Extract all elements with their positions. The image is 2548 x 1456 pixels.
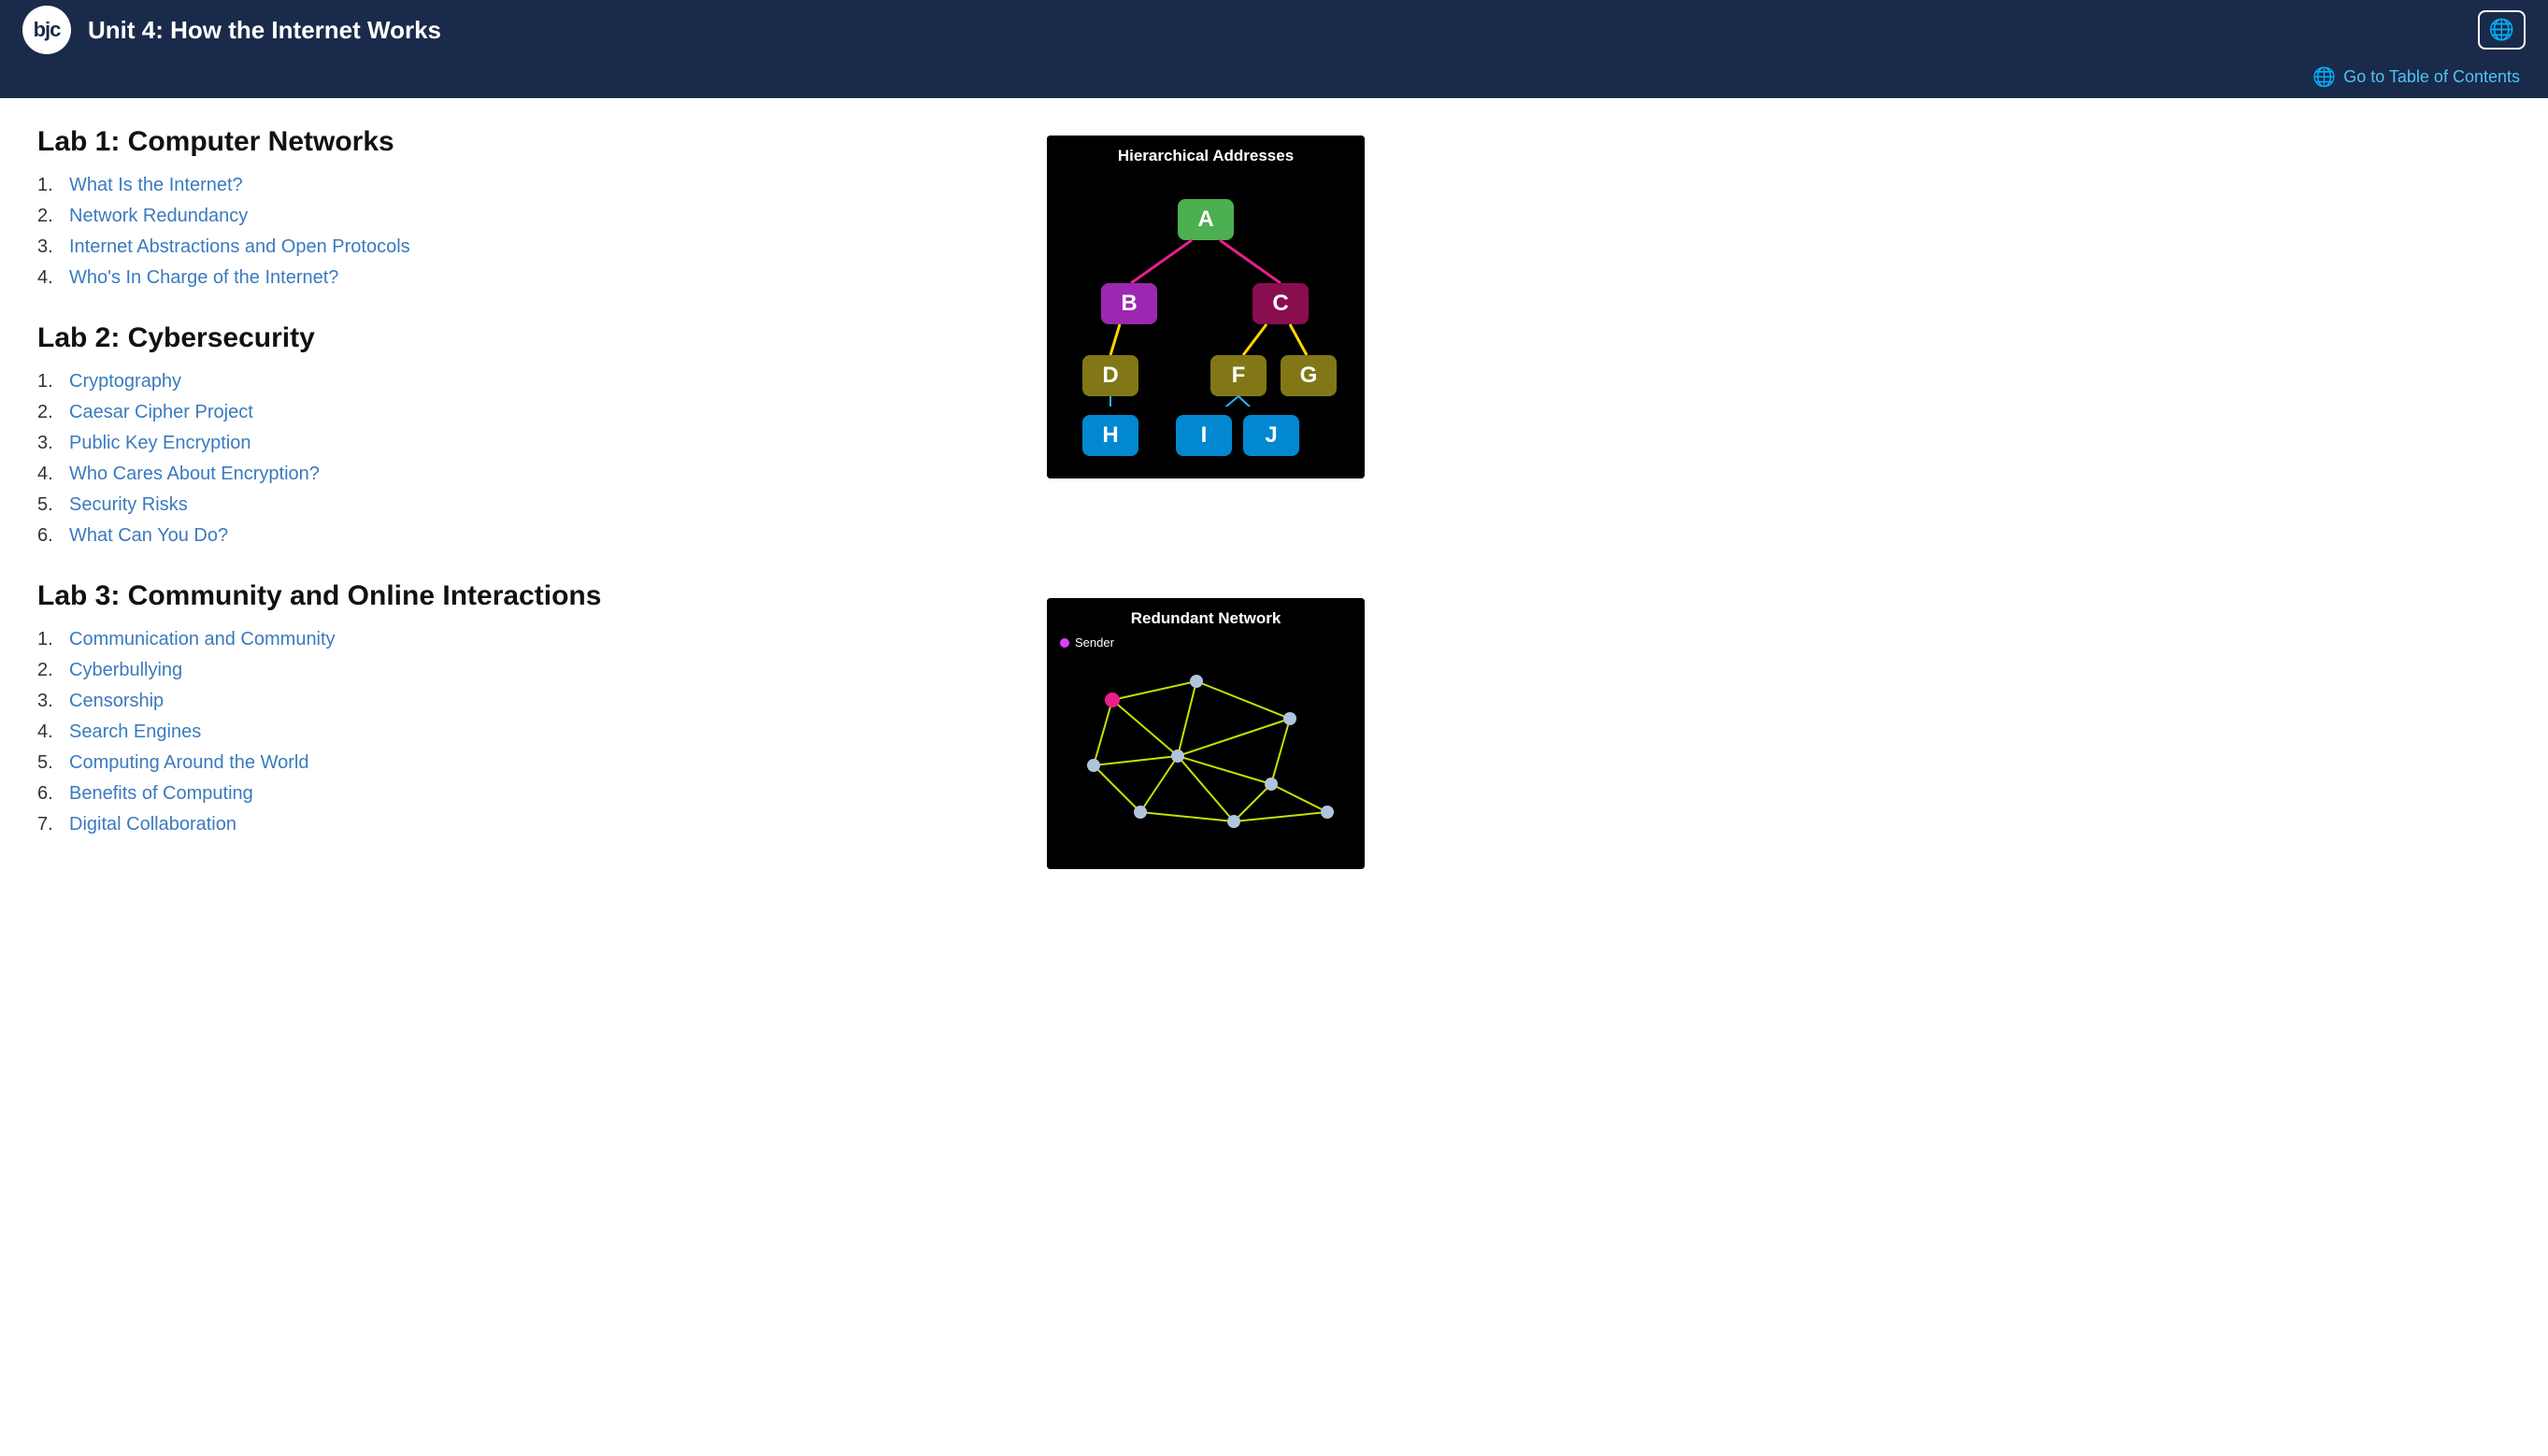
lab3-item1-link[interactable]: Communication and Community — [69, 629, 336, 650]
lab3-item7-link[interactable]: Digital Collaboration — [69, 814, 236, 835]
lab1-item4-link[interactable]: Who's In Charge of the Internet? — [69, 267, 338, 289]
list-item: 3. Censorship — [37, 691, 1009, 712]
item-num: 4. — [37, 267, 64, 289]
item-num: 4. — [37, 464, 64, 485]
lab2-item1-link[interactable]: Cryptography — [69, 371, 181, 393]
lab1-title: Lab 1: Computer Networks — [37, 126, 1009, 158]
svg-text:C: C — [1272, 291, 1288, 316]
list-item: 6. What Can You Do? — [37, 525, 1009, 547]
page-title: Unit 4: How the Internet Works — [88, 16, 441, 45]
svg-text:G: G — [1300, 363, 1318, 388]
lab1-list: 1. What Is the Internet? 2. Network Redu… — [37, 175, 1009, 289]
svg-text:F: F — [1232, 363, 1246, 388]
lab1-item3-link[interactable]: Internet Abstractions and Open Protocols — [69, 236, 410, 258]
list-item: 6. Benefits of Computing — [37, 783, 1009, 805]
list-item: 1. Cryptography — [37, 371, 1009, 393]
lab1-section: Lab 1: Computer Networks 1. What Is the … — [37, 126, 1009, 289]
list-item: 5. Security Risks — [37, 494, 1009, 516]
sender-legend: Sender — [1060, 635, 1365, 649]
list-item: 7. Digital Collaboration — [37, 814, 1009, 835]
svg-text:I: I — [1201, 422, 1208, 448]
list-item: 4. Search Engines — [37, 721, 1009, 743]
item-num: 6. — [37, 525, 64, 547]
item-num: 2. — [37, 206, 64, 227]
item-num: 1. — [37, 371, 64, 393]
list-item: 4. Who Cares About Encryption? — [37, 464, 1009, 485]
item-num: 3. — [37, 433, 64, 454]
toc-globe-icon: 🌐 — [2312, 65, 2336, 89]
svg-text:D: D — [1102, 363, 1118, 388]
lab3-item2-link[interactable]: Cyberbullying — [69, 660, 182, 681]
sender-label: Sender — [1075, 635, 1114, 649]
logo: bjc — [22, 6, 71, 54]
item-num: 7. — [37, 814, 64, 835]
lab2-list: 1. Cryptography 2. Caesar Cipher Project… — [37, 371, 1009, 547]
lab2-item5-link[interactable]: Security Risks — [69, 494, 188, 516]
item-num: 2. — [37, 402, 64, 423]
lab3-item5-link[interactable]: Computing Around the World — [69, 752, 308, 774]
lab3-title: Lab 3: Community and Online Interactions — [37, 580, 1009, 612]
list-item: 2. Cyberbullying — [37, 660, 1009, 681]
svg-text:B: B — [1121, 291, 1137, 316]
svg-text:J: J — [1265, 422, 1277, 448]
hierarchical-addresses-diagram: A B C D — [1047, 173, 1365, 478]
item-num: 1. — [37, 629, 64, 650]
hierarchical-addresses-title: Hierarchical Addresses — [1047, 136, 1365, 173]
globe-icon: 🌐 — [2489, 18, 2514, 42]
lab2-item3-link[interactable]: Public Key Encryption — [69, 433, 251, 454]
item-num: 2. — [37, 660, 64, 681]
list-item: 2. Caesar Cipher Project — [37, 402, 1009, 423]
svg-text:A: A — [1197, 207, 1213, 232]
svg-text:H: H — [1102, 422, 1118, 448]
lab2-item2-link[interactable]: Caesar Cipher Project — [69, 402, 253, 423]
list-item: 1. Communication and Community — [37, 629, 1009, 650]
labs-column: Lab 1: Computer Networks 1. What Is the … — [37, 126, 1009, 869]
lab3-item4-link[interactable]: Search Engines — [69, 721, 201, 743]
list-item: 5. Computing Around the World — [37, 752, 1009, 774]
lab3-list: 1. Communication and Community 2. Cyberb… — [37, 629, 1009, 835]
item-num: 1. — [37, 175, 64, 196]
sender-dot — [1060, 638, 1069, 648]
main-content: Lab 1: Computer Networks 1. What Is the … — [0, 98, 1402, 897]
logo-text: bjc — [34, 18, 61, 42]
list-item: 3. Public Key Encryption — [37, 433, 1009, 454]
list-item: 2. Network Redundancy — [37, 206, 1009, 227]
toc-link-text: Go to Table of Contents — [2343, 67, 2520, 87]
redundant-network-title: Redundant Network — [1047, 598, 1365, 635]
spacer — [1047, 507, 1365, 570]
lab2-section: Lab 2: Cybersecurity 1. Cryptography 2. … — [37, 322, 1009, 547]
item-num: 6. — [37, 783, 64, 805]
globe-button[interactable]: 🌐 — [2478, 10, 2526, 50]
lab1-item1-link[interactable]: What Is the Internet? — [69, 175, 243, 196]
list-item: 3. Internet Abstractions and Open Protoc… — [37, 236, 1009, 258]
images-column: Hierarchical Addresses A B C — [1047, 126, 1365, 869]
lab1-item2-link[interactable]: Network Redundancy — [69, 206, 248, 227]
lab3-item3-link[interactable]: Censorship — [69, 691, 164, 712]
lab2-item6-link[interactable]: What Can You Do? — [69, 525, 228, 547]
lab3-item6-link[interactable]: Benefits of Computing — [69, 783, 253, 805]
item-num: 3. — [37, 236, 64, 258]
redundant-network-card: Redundant Network Sender — [1047, 598, 1365, 869]
lab2-item4-link[interactable]: Who Cares About Encryption? — [69, 464, 320, 485]
redundant-network-diagram — [1047, 653, 1365, 869]
toc-link[interactable]: 🌐 Go to Table of Contents — [2312, 65, 2520, 89]
lab2-title: Lab 2: Cybersecurity — [37, 322, 1009, 354]
list-item: 4. Who's In Charge of the Internet? — [37, 267, 1009, 289]
lab3-section: Lab 3: Community and Online Interactions… — [37, 580, 1009, 835]
list-item: 1. What Is the Internet? — [37, 175, 1009, 196]
item-num: 5. — [37, 494, 64, 516]
sub-header: 🌐 Go to Table of Contents — [0, 60, 2548, 98]
hierarchical-addresses-card: Hierarchical Addresses A B C — [1047, 136, 1365, 478]
item-num: 5. — [37, 752, 64, 774]
item-num: 4. — [37, 721, 64, 743]
item-num: 3. — [37, 691, 64, 712]
header: bjc Unit 4: How the Internet Works 🌐 — [0, 0, 2548, 60]
